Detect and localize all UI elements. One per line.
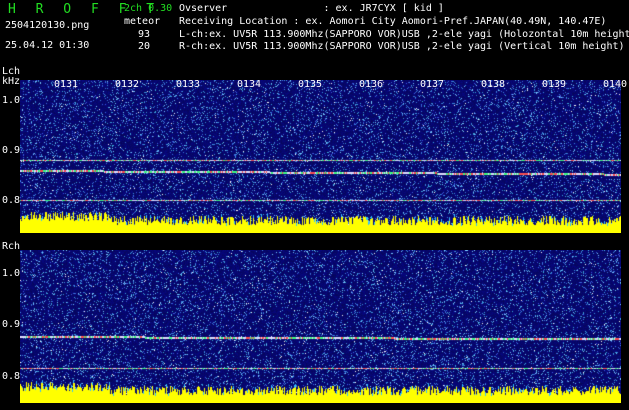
time-mark: 0139 (542, 79, 567, 90)
time-mark: 0131 (54, 79, 79, 90)
meteor-label: meteor (124, 16, 161, 27)
filename: 2504120130.png (5, 20, 90, 31)
mode-label: 2ch 0.30 (124, 3, 173, 14)
lch-info-line: L-ch:ex. UV5R 113.900Mhz(SAPPORO VOR)USB… (179, 29, 629, 40)
time-mark: 0138 (481, 79, 506, 90)
rch-ytick-3: 0.8 (2, 371, 21, 382)
lch-ytick-2: 0.9 (2, 145, 21, 156)
observer-line: Ovserver : ex. JR7CYX [ kid ] (179, 3, 444, 14)
time-mark: 0140 (603, 79, 628, 90)
rch-spectrogram (20, 250, 621, 403)
rch-label: Rch (2, 241, 21, 252)
time-mark: 0134 (237, 79, 262, 90)
time-mark: 0136 (359, 79, 384, 90)
lch-unit: kHz (2, 76, 21, 87)
location-line: Receiving Location : ex. Aomori City Aom… (179, 16, 607, 27)
rch-info-line: R-ch:ex. UV5R 113.900Mhz(SAPPORO VOR)USB… (179, 41, 625, 52)
time-mark: 0132 (115, 79, 140, 90)
lch-spectrogram (20, 80, 621, 233)
meteor-count-lch: 93 (138, 29, 151, 40)
spectrogram-window: H R O F F T 2504120130.png 25.04.12 01:3… (0, 0, 629, 410)
rch-ytick-2: 0.9 (2, 319, 21, 330)
time-mark: 0135 (298, 79, 323, 90)
lch-ytick-1: 1.0 (2, 95, 21, 106)
datetime: 25.04.12 01:30 (5, 40, 90, 51)
time-mark: 0133 (176, 79, 201, 90)
meteor-count-rch: 20 (138, 41, 151, 52)
time-mark: 0137 (420, 79, 445, 90)
rch-ytick-1: 1.0 (2, 268, 21, 279)
lch-ytick-3: 0.8 (2, 195, 21, 206)
